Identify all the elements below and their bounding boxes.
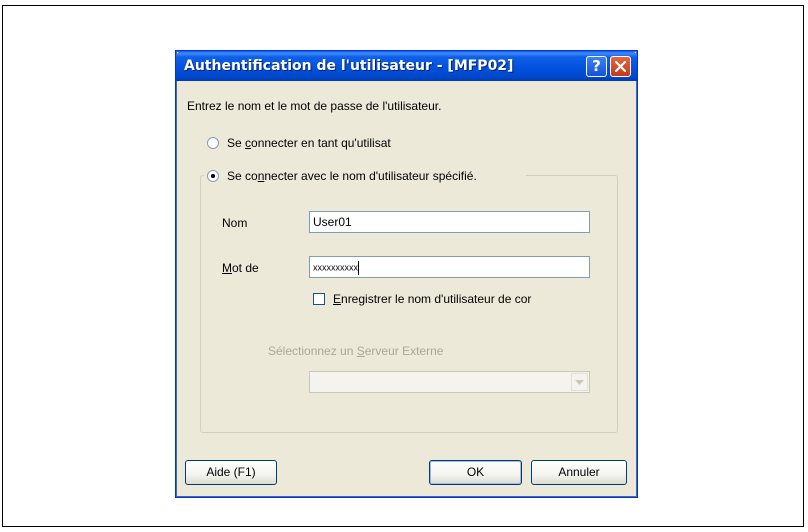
- external-server-select[interactable]: [309, 371, 590, 393]
- ok-button[interactable]: OK: [429, 460, 522, 485]
- radio-current-user[interactable]: [207, 137, 219, 149]
- dropdown-button[interactable]: [571, 373, 588, 391]
- remember-checkbox[interactable]: [313, 293, 325, 305]
- external-server-label: Sélectionnez un Serveur Externe: [268, 344, 444, 358]
- radio-specified-user-label[interactable]: Se connecter avec le nom d'utilisateur s…: [227, 169, 477, 183]
- close-button[interactable]: [610, 56, 631, 77]
- dialog-title: Authentification de l'utilisateur - [MFP…: [184, 58, 514, 74]
- cancel-button[interactable]: Annuler: [531, 460, 627, 485]
- help-title-button[interactable]: ?: [586, 56, 607, 77]
- remember-checkbox-label[interactable]: Enregistrer le nom d'utilisateur de cor: [333, 292, 531, 306]
- radio-specified-user[interactable]: [207, 170, 219, 182]
- text-caret: [358, 261, 359, 275]
- password-label: Mot de: [222, 261, 259, 275]
- name-label: Nom: [222, 216, 248, 230]
- help-button[interactable]: Aide (F1): [185, 460, 277, 485]
- name-input[interactable]: User01: [309, 211, 590, 233]
- chevron-down-icon: [575, 380, 584, 385]
- title-bar[interactable]: Authentification de l'utilisateur - [MFP…: [176, 51, 637, 81]
- radio-current-user-label[interactable]: Se connecter en tant qu'utilisat: [227, 136, 391, 150]
- authentication-dialog: Authentification de l'utilisateur - [MFP…: [175, 50, 638, 498]
- instruction-text: Entrez le nom et le mot de passe de l'ut…: [187, 99, 442, 113]
- password-input[interactable]: xxxxxxxxxx: [309, 256, 590, 278]
- close-icon: [615, 61, 626, 72]
